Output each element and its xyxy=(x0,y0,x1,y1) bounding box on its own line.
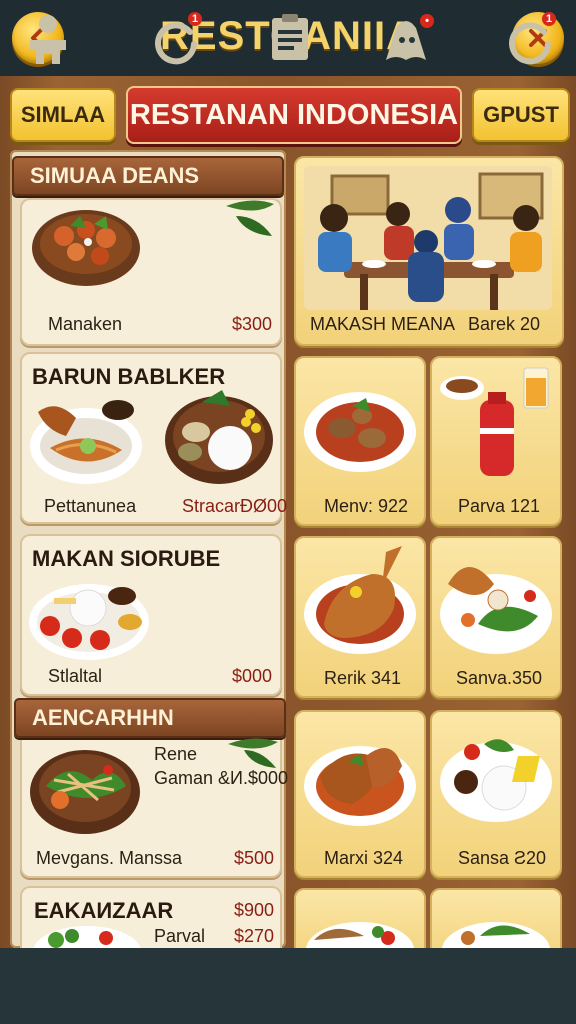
section-heading: SIMUAA DEANS xyxy=(12,156,284,196)
chicken-salad-icon xyxy=(438,544,554,656)
leaf-decoration-icon xyxy=(226,734,280,770)
featured-card[interactable]: MAKASH MEANA Barek 20 xyxy=(294,156,564,346)
rice-platter-icon xyxy=(26,572,152,662)
salad-bowl-icon xyxy=(28,740,142,836)
restaurant-banner: RESTANAN INDONESIA xyxy=(126,86,462,144)
menu-item-price: $300 xyxy=(232,314,273,334)
chicken-curry-icon xyxy=(302,386,418,474)
nav-orders-button[interactable] xyxy=(262,10,318,66)
menu-item-name: Mevgans. Manssa xyxy=(36,848,183,868)
menu-item-name: Parval xyxy=(154,926,206,946)
nav-refresh-button-2[interactable]: 1 xyxy=(502,10,558,66)
menu-item-line: Gaman &И.$000 xyxy=(154,768,289,788)
menu-grid-card[interactable]: Parva 121 xyxy=(430,356,562,526)
menu-item-name: Pettanunea xyxy=(44,496,137,516)
menu-grid-label: Sanva.350 xyxy=(456,668,543,688)
rice-platter-icon xyxy=(438,726,554,830)
menu-grid-card[interactable]: Marxi 324 xyxy=(294,710,426,878)
section-heading: MAKAN SIORUBE xyxy=(32,546,221,571)
featured-price: Barek 20 xyxy=(468,314,541,334)
vegetable-plate-icon xyxy=(440,910,552,950)
menu-item-name: Manaken xyxy=(48,314,123,334)
menu-item-price: StracarĐØ00 xyxy=(182,496,288,516)
menu-combo-card[interactable]: BARUN BABLKER Pettanunea StracarĐØ00 xyxy=(20,352,287,524)
roast-chicken-icon xyxy=(302,544,418,656)
simlaa-button[interactable]: SIMLAA xyxy=(10,88,116,142)
menu-grid-label: Sansa Ƨ20 xyxy=(458,848,547,868)
menu-combo-card[interactable]: MAKAN SIORUBE Stlaltal $000 xyxy=(20,534,282,696)
notification-badge: 1 xyxy=(188,12,202,26)
nav-character-button[interactable] xyxy=(20,10,76,66)
family-dining-scene xyxy=(304,166,552,310)
notification-badge: • xyxy=(420,14,434,28)
nav-ghost-button[interactable]: • xyxy=(378,10,434,66)
menu-item-price: $500 xyxy=(234,848,275,868)
menu-grid-card[interactable]: Menv: 922 xyxy=(294,356,426,526)
section-heading: EAKAИZAAR xyxy=(34,898,174,923)
menu-grid-card[interactable]: Sansa Ƨ20 xyxy=(430,710,562,878)
menu-item-line: Rene xyxy=(154,744,198,764)
menu-grid-card[interactable]: Rerik 341 xyxy=(294,536,426,698)
character-icon xyxy=(20,10,76,66)
gpust-button[interactable]: GPUST xyxy=(472,88,570,142)
leaf-decoration-icon xyxy=(222,196,278,240)
menu-grid-label: Parva 121 xyxy=(458,496,541,516)
menu-grid-label: Menv: 922 xyxy=(324,496,409,516)
menu-item-price: $270 xyxy=(234,926,275,946)
menu-grid-label: Marxi 324 xyxy=(324,848,404,868)
chicken-leg-icon xyxy=(302,726,418,830)
rice-bowl-icon xyxy=(162,384,276,488)
food-bowl-icon xyxy=(30,206,142,288)
featured-name: MAKASH MEANA xyxy=(310,314,456,334)
fish-plate-icon xyxy=(304,910,416,950)
noodle-plate-icon xyxy=(26,388,146,488)
notification-badge: 1 xyxy=(542,12,556,26)
menu-grid-label: Rerik 341 xyxy=(324,668,402,688)
drinks-icon xyxy=(438,364,554,480)
menu-item-price: $900 xyxy=(234,900,275,920)
clipboard-icon xyxy=(262,10,318,66)
nav-refresh-button[interactable]: 1 xyxy=(148,10,204,66)
menu-item-name: Stlaltal xyxy=(48,666,103,686)
bottom-nav xyxy=(0,948,576,1024)
section-heading: AENCARHHN xyxy=(14,698,286,738)
menu-grid-card[interactable]: Sanva.350 xyxy=(430,536,562,698)
menu-item-price: $000 xyxy=(232,666,273,686)
